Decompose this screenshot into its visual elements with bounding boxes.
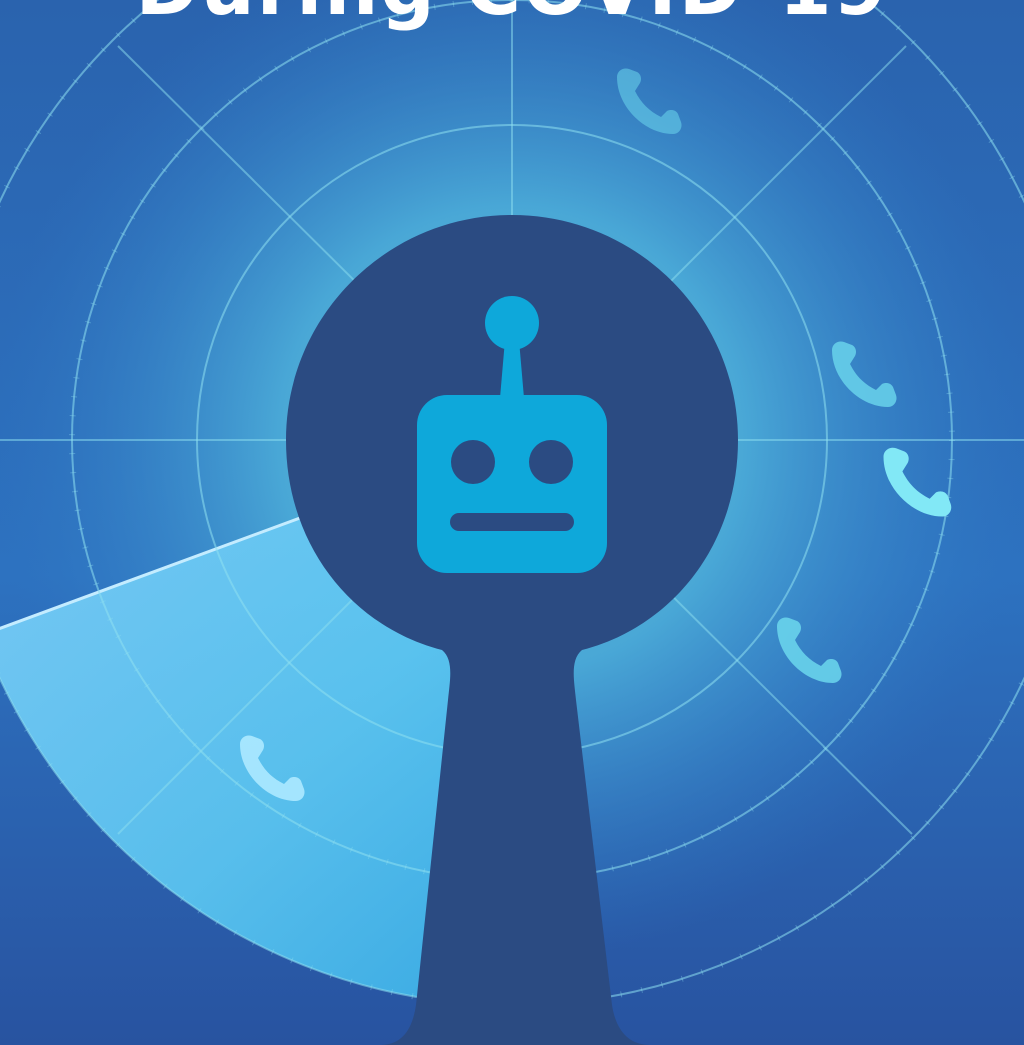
illustration: During COVID-19	[0, 0, 1024, 1045]
headline: During COVID-19	[0, 0, 1024, 28]
robot-eye-left	[451, 440, 495, 484]
robot-mouth	[450, 513, 574, 531]
robot-eye-right	[529, 440, 573, 484]
robot-head	[417, 395, 607, 573]
radar-graphic	[0, 0, 1024, 1045]
